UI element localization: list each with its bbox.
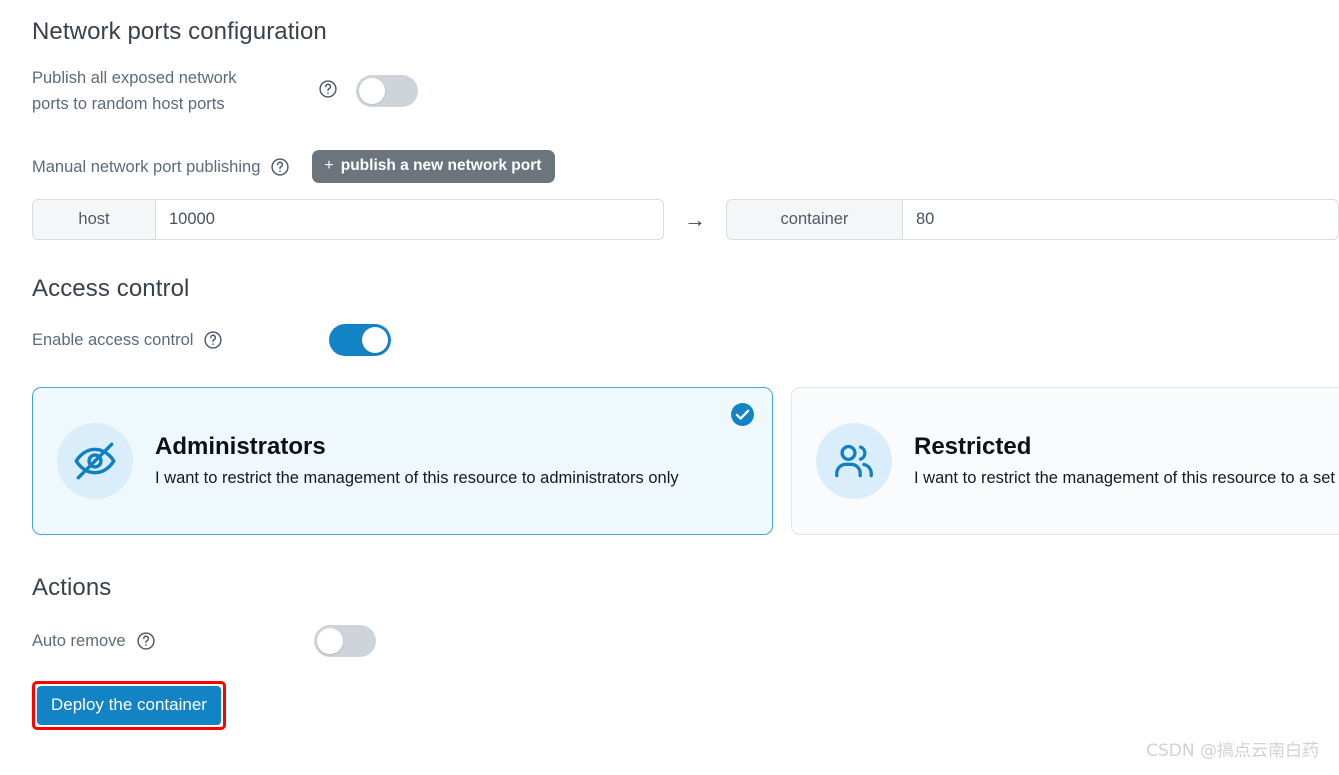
publish-button-label: publish a new network port bbox=[340, 157, 542, 174]
actions-section-title: Actions bbox=[32, 574, 112, 601]
toggle-knob bbox=[359, 78, 385, 104]
plus-icon: + bbox=[324, 157, 334, 174]
deploy-the-container-button[interactable]: Deploy the container bbox=[37, 686, 221, 725]
auto-remove-label: Auto remove bbox=[32, 632, 126, 650]
page-title: Network ports configuration bbox=[32, 18, 327, 45]
enable-access-control-row: Enable access control bbox=[32, 324, 392, 356]
restricted-description: I want to restrict the management of thi… bbox=[914, 468, 1339, 487]
host-port-input[interactable] bbox=[156, 200, 663, 239]
publish-new-network-port-button[interactable]: + publish a new network port bbox=[312, 150, 556, 184]
access-control-section-title: Access control bbox=[32, 275, 190, 302]
watermark: CSDN @搞点云南白药 bbox=[1146, 741, 1319, 761]
help-circle-icon[interactable] bbox=[318, 79, 338, 99]
auto-remove-row: Auto remove bbox=[32, 625, 376, 657]
publish-all-ports-row: Publish all exposed network ports to ran… bbox=[32, 65, 418, 117]
users-icon bbox=[816, 423, 892, 499]
network-ports-section-title: Network ports configuration bbox=[32, 18, 327, 46]
check-circle-icon bbox=[730, 402, 755, 427]
administrators-title: Administrators bbox=[155, 432, 326, 460]
toggle-knob bbox=[362, 327, 389, 353]
red-highlight-box: Deploy the container bbox=[32, 681, 226, 730]
container-deploy-form: Network ports configuration Publish all … bbox=[0, 0, 1339, 775]
manual-publishing-row: Manual network port publishing + publish… bbox=[32, 150, 556, 184]
deploy-button-annotation: Deploy the container bbox=[32, 681, 226, 730]
access-control-options: Administrators I want to restrict the ma… bbox=[32, 387, 1339, 535]
deploy-button-label: Deploy the container bbox=[51, 695, 207, 714]
container-addon-label: container bbox=[727, 200, 903, 239]
help-circle-icon[interactable] bbox=[203, 330, 223, 350]
help-circle-icon[interactable] bbox=[270, 157, 290, 177]
administrators-text: Administrators I want to restrict the ma… bbox=[155, 433, 679, 489]
container-port-input[interactable] bbox=[903, 200, 1338, 239]
restricted-text: Restricted I want to restrict the manage… bbox=[914, 433, 1339, 489]
enable-access-control-label: Enable access control bbox=[32, 331, 194, 349]
access-option-administrators[interactable]: Administrators I want to restrict the ma… bbox=[32, 387, 773, 535]
manual-publishing-label: Manual network port publishing bbox=[32, 157, 261, 176]
access-option-restricted[interactable]: Restricted I want to restrict the manage… bbox=[791, 387, 1339, 535]
eye-off-icon bbox=[57, 423, 133, 499]
publish-all-ports-label: Publish all exposed network ports to ran… bbox=[32, 69, 237, 113]
host-addon-label: host bbox=[33, 200, 156, 239]
container-port-input-group: container bbox=[726, 199, 1339, 240]
restricted-title: Restricted bbox=[914, 432, 1032, 460]
arrow-right-icon: → bbox=[684, 206, 706, 232]
toggle-knob bbox=[316, 628, 343, 654]
help-circle-icon[interactable] bbox=[136, 631, 156, 651]
administrators-description: I want to restrict the management of thi… bbox=[155, 468, 679, 487]
host-port-input-group: host bbox=[32, 199, 664, 240]
publish-all-ports-toggle[interactable] bbox=[356, 75, 418, 107]
enable-access-control-toggle[interactable] bbox=[329, 324, 392, 356]
port-mapping-row: host → container bbox=[32, 199, 1339, 240]
auto-remove-toggle[interactable] bbox=[313, 625, 376, 657]
